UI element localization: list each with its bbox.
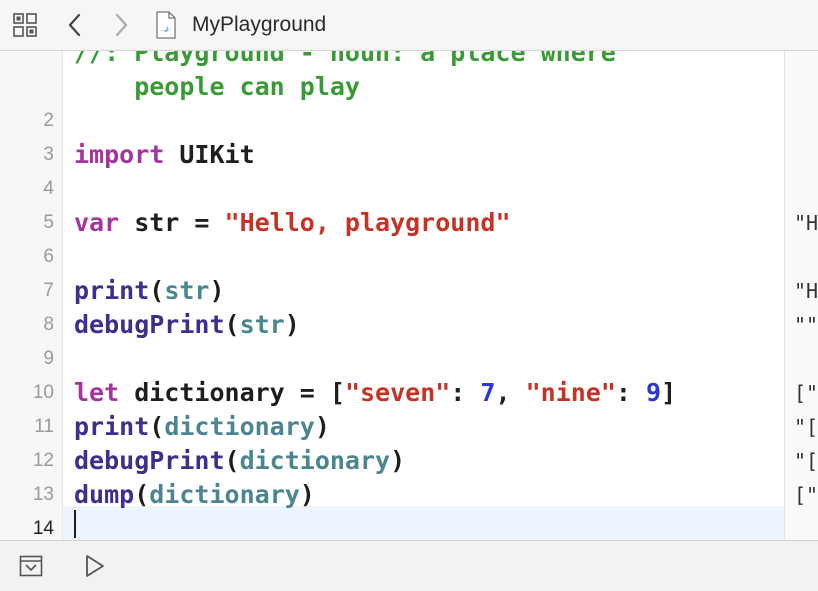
code-token: ( bbox=[149, 412, 165, 441]
line-number: 8 bbox=[43, 314, 54, 335]
line-number: 12 bbox=[32, 450, 54, 471]
line-code: dump(dictionary) bbox=[74, 478, 315, 512]
code-token: 7 bbox=[480, 378, 496, 407]
text-cursor bbox=[74, 510, 76, 538]
code-line[interactable]: 6 bbox=[0, 240, 818, 274]
code-line[interactable]: //: Playground - noun: a place where bbox=[0, 51, 818, 70]
code-token: UIKit bbox=[164, 140, 255, 169]
code-token: let bbox=[74, 378, 120, 407]
line-code: debugPrint(str) bbox=[74, 308, 300, 342]
result-value[interactable]: "H bbox=[794, 274, 818, 308]
code-token: dictionary bbox=[149, 480, 300, 509]
filename-label[interactable]: MyPlayground bbox=[192, 0, 326, 50]
code-token: dictionary bbox=[164, 412, 315, 441]
code-token: ) bbox=[314, 412, 330, 441]
line-number: 13 bbox=[32, 484, 54, 505]
line-number: 6 bbox=[43, 246, 54, 267]
line-number: 4 bbox=[43, 178, 54, 199]
code-token: ) bbox=[284, 310, 300, 339]
code-token: ) bbox=[390, 446, 406, 475]
code-line[interactable]: 14 bbox=[0, 512, 818, 540]
code-line[interactable]: 11 print(dictionary) "[ bbox=[0, 410, 818, 444]
code-token: print bbox=[74, 276, 150, 305]
code-token: , bbox=[495, 378, 526, 407]
code-line[interactable]: 4 bbox=[0, 172, 818, 206]
code-token: var bbox=[74, 208, 120, 237]
swift-file-icon bbox=[152, 0, 180, 50]
run-playground-icon[interactable] bbox=[80, 541, 110, 591]
line-number: 7 bbox=[43, 280, 54, 301]
code-line[interactable]: 8 debugPrint(str) "" bbox=[0, 308, 818, 342]
code-line[interactable]: 9 bbox=[0, 342, 818, 376]
code-line[interactable]: 3 import UIKit bbox=[0, 138, 818, 172]
code-token: ( bbox=[149, 276, 165, 305]
line-code: print(dictionary) bbox=[74, 410, 330, 444]
code-token: 9 bbox=[646, 378, 662, 407]
code-token: : bbox=[615, 378, 646, 407]
code-token: debugPrint bbox=[74, 446, 225, 475]
line-code: print(str) bbox=[74, 274, 225, 308]
code-token: people can play bbox=[74, 72, 360, 101]
line-number: 9 bbox=[43, 348, 54, 369]
code-token: str bbox=[164, 276, 210, 305]
code-line[interactable]: 10 let dictionary = ["seven": 7, "nine": … bbox=[0, 376, 818, 410]
line-number: 10 bbox=[32, 382, 54, 403]
line-code: people can play bbox=[74, 70, 360, 104]
code-token: dump bbox=[74, 480, 135, 509]
related-items-grid-icon[interactable] bbox=[8, 0, 42, 50]
code-token: print bbox=[74, 412, 150, 441]
code-token: import bbox=[74, 140, 165, 169]
code-token: debugPrint bbox=[74, 310, 225, 339]
code-token: dictionary bbox=[239, 446, 391, 475]
code-token: str bbox=[239, 310, 285, 339]
code-line[interactable]: 7 print(str) "H bbox=[0, 274, 818, 308]
code-token: dictionary = [ bbox=[119, 378, 345, 407]
line-code: import UIKit bbox=[74, 138, 255, 172]
code-token: "nine" bbox=[525, 378, 616, 407]
line-number: 2 bbox=[43, 110, 54, 131]
code-editor[interactable]: //: Playground - noun: a place where peo… bbox=[0, 51, 818, 540]
result-value[interactable]: "" bbox=[794, 308, 818, 342]
hide-debug-area-icon[interactable] bbox=[14, 541, 48, 591]
result-value[interactable]: "[ bbox=[794, 410, 818, 444]
line-number: 14 bbox=[32, 518, 54, 539]
line-code: //: Playground - noun: a place where bbox=[74, 51, 616, 70]
line-code: let dictionary = ["seven": 7, "nine": 9] bbox=[74, 376, 676, 410]
result-value[interactable]: "[ bbox=[794, 444, 818, 478]
code-line[interactable]: 13 dump(dictionary) [" bbox=[0, 478, 818, 512]
line-number: 3 bbox=[43, 144, 54, 165]
code-token: ] bbox=[661, 378, 677, 407]
code-token: //: Playground - noun: a place where bbox=[74, 51, 616, 67]
code-token: str = bbox=[119, 208, 225, 237]
code-line[interactable]: 5 var str = "Hello, playground" "H bbox=[0, 206, 818, 240]
result-value[interactable]: "H bbox=[794, 206, 818, 240]
line-number: 5 bbox=[43, 212, 54, 233]
chevron-right-icon[interactable] bbox=[106, 0, 136, 50]
result-value[interactable]: [" bbox=[794, 376, 818, 410]
code-token: ( bbox=[224, 310, 240, 339]
code-token: : bbox=[450, 378, 481, 407]
chevron-left-icon[interactable] bbox=[60, 0, 90, 50]
line-number: 11 bbox=[34, 416, 54, 437]
code-line[interactable]: people can play bbox=[0, 70, 818, 104]
debug-bar bbox=[0, 540, 818, 591]
line-code: var str = "Hello, playground" bbox=[74, 206, 511, 240]
code-token: ) bbox=[299, 480, 315, 509]
code-token: ( bbox=[224, 446, 240, 475]
code-token: "Hello, playground" bbox=[224, 208, 511, 237]
code-token: "seven" bbox=[344, 378, 451, 407]
result-value[interactable]: [" bbox=[794, 478, 818, 512]
code-line[interactable]: 2 bbox=[0, 104, 818, 138]
line-code: debugPrint(dictionary) bbox=[74, 444, 405, 478]
code-line[interactable]: 12 debugPrint(dictionary) "[ bbox=[0, 444, 818, 478]
code-token: ) bbox=[209, 276, 225, 305]
jump-bar: MyPlayground bbox=[0, 0, 818, 51]
code-token: ( bbox=[134, 480, 150, 509]
